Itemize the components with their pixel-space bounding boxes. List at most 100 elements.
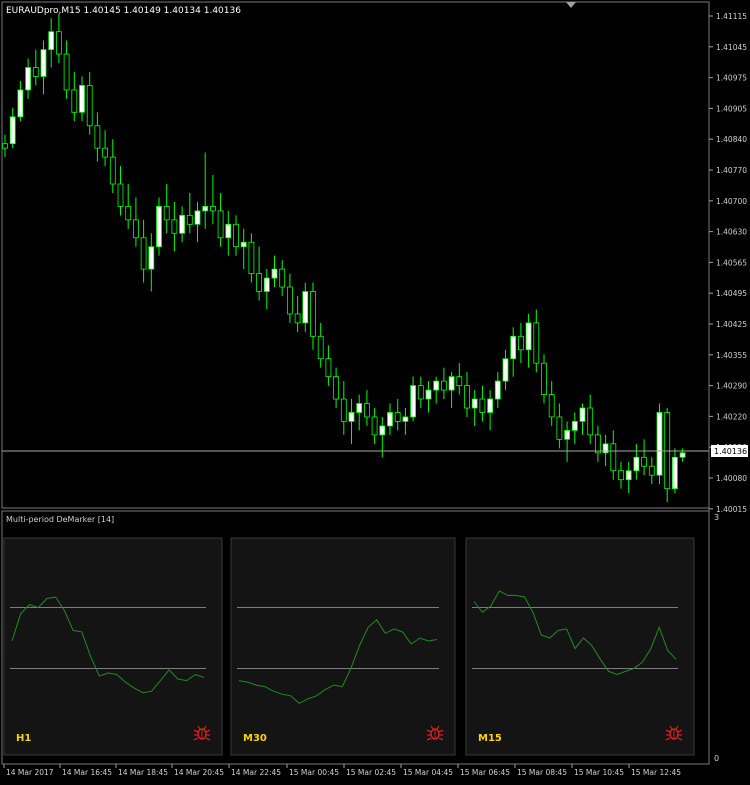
bear-candle-body bbox=[464, 385, 470, 409]
candle bbox=[32, 49, 39, 86]
candle bbox=[541, 354, 547, 404]
candle bbox=[579, 403, 586, 435]
time-tick-label: 15 Mar 06:45 bbox=[460, 768, 510, 777]
bull-candle-body bbox=[410, 385, 417, 418]
price-tick-label: 1.40840 bbox=[716, 135, 747, 144]
candle bbox=[317, 322, 324, 368]
bear-candle-body bbox=[363, 403, 370, 418]
bear-candle-body bbox=[56, 31, 62, 55]
time-tick-label: 15 Mar 08:45 bbox=[517, 768, 567, 777]
candle bbox=[440, 367, 447, 400]
bear-candle-body bbox=[256, 273, 263, 292]
candle bbox=[310, 282, 316, 350]
time-tick-label: 15 Mar 12:45 bbox=[631, 768, 681, 777]
candle bbox=[286, 273, 293, 323]
candle bbox=[125, 184, 132, 229]
bull-candle-body bbox=[48, 31, 55, 51]
bull-candle-body bbox=[25, 67, 32, 91]
candle bbox=[425, 381, 432, 413]
bear-candle-body bbox=[117, 183, 124, 207]
bear-candle-body bbox=[102, 147, 108, 158]
bear-candle-body bbox=[2, 143, 8, 149]
time-tick-label: 14 Mar 22:45 bbox=[231, 768, 281, 777]
candle bbox=[548, 381, 555, 426]
time-tick-label: 15 Mar 00:45 bbox=[289, 768, 339, 777]
bull-candle-body bbox=[625, 470, 632, 481]
candle bbox=[648, 457, 655, 485]
chart-window[interactable]: EURAUDpro,M15 1.40145 1.40149 1.40134 1.… bbox=[0, 0, 750, 781]
bull-candle-body bbox=[679, 452, 686, 458]
candle bbox=[256, 246, 263, 301]
panel-period-label: M30 bbox=[243, 733, 267, 744]
candle bbox=[63, 40, 70, 99]
candle bbox=[356, 394, 363, 431]
bear-candle-body bbox=[417, 385, 424, 400]
candle bbox=[672, 448, 678, 494]
candle bbox=[510, 327, 517, 377]
candle bbox=[140, 219, 147, 283]
bear-candle-body bbox=[286, 286, 293, 315]
time-tick-label: 14 Mar 20:45 bbox=[174, 768, 224, 777]
candle bbox=[587, 394, 594, 444]
bull-candle-body bbox=[487, 398, 494, 413]
candle bbox=[595, 425, 601, 462]
bull-candle-body bbox=[156, 205, 162, 248]
candle bbox=[179, 206, 186, 243]
candle bbox=[471, 390, 478, 426]
time-axis[interactable]: 14 Mar 2017 14 Mar 16:45 14 Mar 18:45 14 Ma… bbox=[3, 764, 681, 777]
bear-candle-body bbox=[233, 223, 239, 248]
candle bbox=[448, 372, 455, 408]
candle bbox=[333, 367, 340, 408]
chart-shift-marker[interactable] bbox=[566, 2, 576, 8]
candle bbox=[571, 412, 578, 444]
panel-period-label: M15 bbox=[478, 733, 502, 744]
bull-candle-body bbox=[202, 205, 209, 212]
bear-candle-body bbox=[518, 335, 524, 351]
bear-candle-body bbox=[94, 125, 101, 149]
candle bbox=[194, 201, 201, 243]
candle bbox=[348, 399, 355, 444]
bear-candle-body bbox=[163, 205, 170, 221]
time-tick-label: 14 Mar 16:45 bbox=[62, 768, 112, 777]
chart-canvas[interactable]: EURAUDpro,M15 1.40145 1.40149 1.40134 1.… bbox=[0, 0, 750, 781]
candle bbox=[48, 18, 55, 68]
bull-candle-body bbox=[433, 380, 440, 391]
candle bbox=[9, 107, 16, 149]
candle bbox=[163, 184, 170, 234]
bear-candle-body bbox=[618, 470, 624, 481]
candle bbox=[132, 197, 139, 247]
bear-candle-body bbox=[317, 335, 324, 360]
price-axis[interactable]: 1.41115 1.41045 1.40975 1.40905 1.40840 1.407… bbox=[709, 12, 747, 514]
candle bbox=[109, 139, 116, 193]
candle bbox=[464, 372, 470, 417]
bear-candle-body bbox=[140, 237, 147, 270]
candle bbox=[271, 255, 278, 288]
price-tick-label: 1.40495 bbox=[716, 289, 747, 298]
candle bbox=[56, 13, 62, 64]
bear-candle-body bbox=[109, 156, 116, 185]
bear-candle-body bbox=[533, 322, 540, 364]
candle bbox=[279, 260, 286, 296]
bear-candle-body bbox=[440, 380, 447, 391]
bull-candle-body bbox=[471, 398, 478, 409]
bull-candle-body bbox=[494, 380, 501, 400]
candle bbox=[502, 349, 509, 391]
candle bbox=[417, 376, 424, 408]
price-tick-label: 1.40290 bbox=[716, 382, 747, 391]
candle bbox=[679, 448, 686, 462]
bear-candle-body bbox=[294, 313, 301, 324]
candle bbox=[263, 269, 270, 310]
bull-candle-body bbox=[225, 223, 232, 239]
main-chart-frame bbox=[1, 1, 710, 509]
candle bbox=[2, 134, 8, 158]
candle bbox=[325, 345, 332, 386]
bull-candle-body bbox=[579, 407, 586, 422]
bear-candle-body bbox=[610, 443, 617, 472]
bear-candle-body bbox=[333, 376, 340, 400]
bull-candle-body bbox=[302, 291, 309, 324]
bull-candle-body bbox=[387, 412, 393, 427]
candle bbox=[171, 201, 178, 252]
candle bbox=[410, 376, 417, 422]
time-tick-label: 14 Mar 18:45 bbox=[118, 768, 168, 777]
bull-candle-body bbox=[271, 268, 278, 279]
